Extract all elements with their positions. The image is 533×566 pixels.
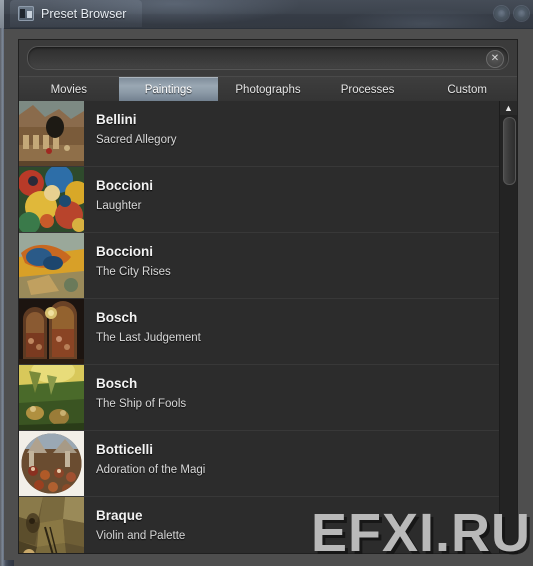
tab-processes[interactable]: Processes [318, 77, 418, 102]
preset-list: Bellini Sacred Allegory Boccioni Laughte… [19, 101, 500, 553]
list-item-text: Bellini Sacred Allegory [84, 101, 500, 166]
list-item-artist: Boccioni [96, 178, 154, 193]
list-item-work: The City Rises [96, 265, 171, 278]
braque-violin-and-palette-thumbnail [19, 497, 84, 553]
desktop-background: Preset Browser ✕ Movies Paintings Photog… [0, 0, 533, 566]
search-input[interactable] [40, 47, 480, 71]
category-tabbar: Movies Paintings Photographs Processes C… [19, 76, 517, 103]
list-item-text: Boccioni Laughter [84, 167, 500, 232]
preset-browser-panel: ✕ Movies Paintings Photographs Processes… [18, 39, 518, 554]
bellini-sacred-allegory-thumbnail [19, 101, 84, 166]
list-item[interactable]: Bosch The Ship of Fools [19, 365, 500, 431]
boccioni-laughter-thumbnail [19, 167, 84, 232]
scrollbar-thumb[interactable] [503, 117, 516, 185]
window-title-tab[interactable]: Preset Browser [10, 0, 143, 27]
list-item[interactable]: Boccioni Laughter [19, 167, 500, 233]
list-item[interactable]: Bosch The Last Judgement [19, 299, 500, 365]
preset-browser-icon [18, 6, 34, 21]
list-item-artist: Botticelli [96, 442, 154, 457]
scrollbar-track[interactable] [500, 115, 517, 553]
list-item-work: The Last Judgement [96, 331, 201, 344]
scroll-up-icon[interactable]: ▲ [500, 101, 517, 115]
list-item-work: Laughter [96, 199, 142, 212]
search-field[interactable]: ✕ [27, 46, 509, 71]
list-item-text: Boccioni The City Rises [84, 233, 500, 298]
window-body: ✕ Movies Paintings Photographs Processes… [4, 29, 533, 560]
list-item-work: Violin and Palette [96, 529, 186, 542]
bosch-the-ship-of-fools-thumbnail [19, 365, 84, 430]
list-item-text: Botticelli Adoration of the Magi [84, 431, 500, 496]
list-item-artist: Bellini [96, 112, 137, 127]
window-button-close[interactable] [514, 6, 529, 21]
bosch-the-last-judgement-thumbnail [19, 299, 84, 364]
list-item-text: Braque Violin and Palette [84, 497, 500, 553]
window-title: Preset Browser [41, 6, 127, 21]
list-item-artist: Boccioni [96, 244, 154, 259]
window-titlebar[interactable]: Preset Browser [4, 0, 533, 29]
list-item[interactable]: Braque Violin and Palette [19, 497, 500, 553]
botticelli-adoration-of-the-magi-thumbnail [19, 431, 84, 496]
list-item-artist: Bosch [96, 376, 138, 391]
tab-photographs[interactable]: Photographs [218, 77, 318, 102]
list-item-text: Bosch The Ship of Fools [84, 365, 500, 430]
search-row: ✕ [19, 40, 517, 76]
list-item[interactable]: Boccioni The City Rises [19, 233, 500, 299]
preset-list-scrollbar[interactable]: ▲ [499, 101, 517, 553]
window-controls [494, 6, 529, 21]
list-item-work: The Ship of Fools [96, 397, 187, 410]
tab-paintings[interactable]: Paintings [118, 77, 219, 102]
list-item-work: Adoration of the Magi [96, 463, 206, 476]
list-item[interactable]: Bellini Sacred Allegory [19, 101, 500, 167]
boccioni-the-city-rises-thumbnail [19, 233, 84, 298]
preset-list-viewport: Bellini Sacred Allegory Boccioni Laughte… [19, 101, 517, 553]
list-item-work: Sacred Allegory [96, 133, 177, 146]
window-button-minimize[interactable] [494, 6, 509, 21]
list-item[interactable]: Botticelli Adoration of the Magi [19, 431, 500, 497]
preset-browser-window: Preset Browser ✕ Movies Paintings Photog… [4, 0, 533, 560]
tab-movies[interactable]: Movies [19, 77, 119, 102]
tab-custom[interactable]: Custom [417, 77, 517, 102]
list-item-text: Bosch The Last Judgement [84, 299, 500, 364]
list-item-artist: Bosch [96, 310, 138, 325]
list-item-artist: Braque [96, 508, 143, 523]
clear-search-icon[interactable]: ✕ [486, 50, 504, 68]
